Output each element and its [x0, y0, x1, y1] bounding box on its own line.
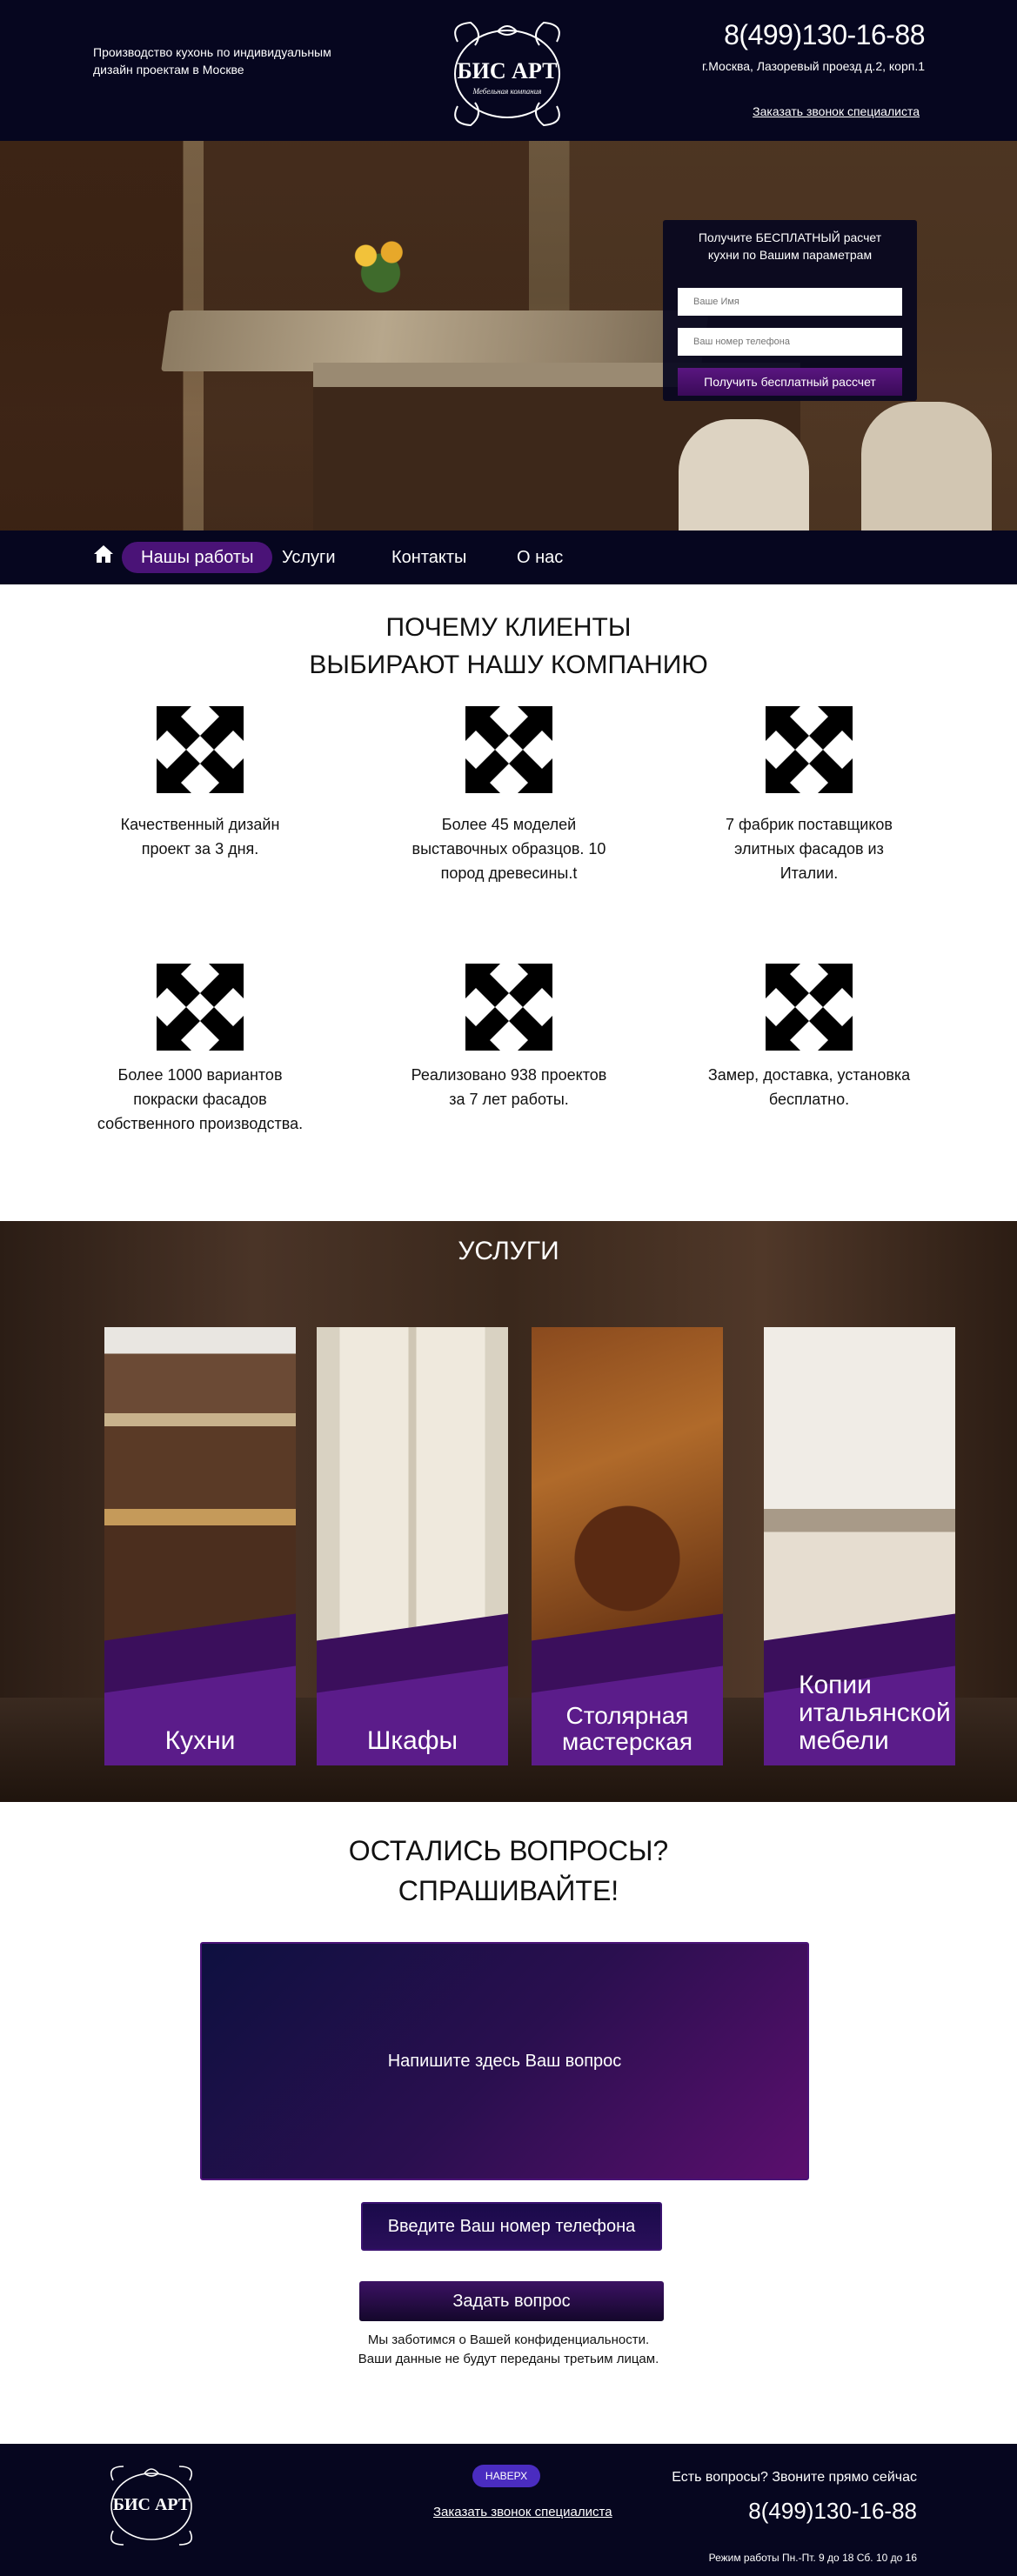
- feature-text: 7 фабрик поставщиков элитных фасадов из …: [726, 816, 893, 882]
- logo-text: БИС АРТ: [457, 58, 557, 83]
- feature-text: Реализовано 938 проектов за 7 лет работы…: [411, 1066, 607, 1108]
- logo-subtext: Мебельная компания: [472, 87, 542, 96]
- main-nav: Нашы работы Услуги Контакты О нас: [0, 531, 1017, 584]
- nav-item-contacts[interactable]: Контакты: [391, 542, 466, 573]
- question-textarea[interactable]: Напишите здесь Ваш вопрос: [200, 1942, 809, 2180]
- hero-chair: [861, 402, 992, 531]
- free-calc-form-title: Получите БЕСПЛАТНЫЙ расчет кухни по Ваши…: [698, 230, 882, 262]
- hero-flowers: [344, 228, 418, 297]
- feature-item: Замер, доставка, установка бесплатно.: [679, 964, 940, 1111]
- feature-text: Качественный дизайн проект за 3 дня.: [120, 816, 280, 858]
- service-card-label: Столярная мастерская: [561, 1702, 693, 1755]
- expand-arrows-icon: [465, 706, 552, 793]
- expand-arrows-icon: [766, 706, 853, 793]
- service-card-carpentry[interactable]: Столярная мастерская: [532, 1327, 723, 1765]
- home-icon[interactable]: [93, 544, 114, 564]
- footer-logo[interactable]: БИС АРТ: [101, 2461, 202, 2548]
- free-calc-form: Получите БЕСПЛАТНЫЙ расчет кухни по Ваши…: [663, 220, 917, 401]
- why-title: ПОЧЕМУ КЛИЕНТЫ ВЫБИРАЮТ НАШУ КОМПАНИЮ: [309, 613, 708, 679]
- service-card-label: Копии итальянской мебели: [799, 1671, 951, 1755]
- service-photo-kitchens: [104, 1327, 296, 1658]
- footer-question-text: Есть вопросы? Звоните прямо сейчас: [672, 2470, 917, 2485]
- phone-input[interactable]: [678, 328, 902, 356]
- header-callback-link[interactable]: Заказать звонок специалиста: [753, 104, 920, 118]
- service-photo-wardrobes: [317, 1327, 508, 1658]
- footer-hours: Режим работы Пн.-Пт. 9 до 18 Сб. 10 до 1…: [708, 2552, 917, 2564]
- hero-chair: [679, 419, 809, 531]
- feature-item: Реализовано 938 проектов за 7 лет работы…: [378, 964, 639, 1111]
- service-card-italian-furniture[interactable]: Копии итальянской мебели: [764, 1327, 955, 1765]
- expand-arrows-icon: [157, 706, 244, 793]
- expand-arrows-icon: [766, 964, 853, 1051]
- logo[interactable]: БИС АРТ Мебельная компания: [440, 16, 574, 132]
- service-card-label: Шкафы: [366, 1726, 458, 1755]
- feature-item: Более 45 моделей выставочных образцов. 1…: [378, 706, 639, 885]
- feature-text: Более 1000 вариантов покраски фасадов со…: [97, 1066, 304, 1132]
- services-title: УСЛУГИ: [458, 1237, 559, 1265]
- expand-arrows-icon: [465, 964, 552, 1051]
- free-calc-submit-button[interactable]: Получить бесплатный рассчет: [678, 368, 902, 396]
- service-photo-italian-furniture: [764, 1327, 955, 1658]
- service-card-label: Кухни: [164, 1726, 236, 1755]
- privacy-note: Мы заботимся о Вашей конфиденциальности.…: [358, 2332, 659, 2366]
- footer-logo-text: БИС АРТ: [113, 2495, 191, 2514]
- feature-text: Более 45 моделей выставочных образцов. 1…: [411, 816, 606, 882]
- service-photo-carpentry: [532, 1327, 723, 1658]
- footer-callback-link[interactable]: Заказать звонок специалиста: [433, 2505, 612, 2519]
- expand-arrows-icon: [157, 964, 244, 1051]
- site-footer: БИС АРТ НАВЕРХ Заказать звонок специалис…: [0, 2444, 1017, 2576]
- nav-item-about[interactable]: О нас: [517, 542, 563, 573]
- footer-phone[interactable]: 8(499)130-16-88: [748, 2498, 917, 2525]
- header-phone[interactable]: 8(499)130-16-88: [724, 19, 925, 51]
- feature-item: Более 1000 вариантов покраски фасадов со…: [70, 964, 331, 1136]
- header-tagline: Производство кухонь по индивидуальным ди…: [93, 45, 331, 77]
- feature-text: Замер, доставка, установка бесплатно.: [707, 1066, 911, 1108]
- service-card-kitchens[interactable]: Кухни: [104, 1327, 296, 1765]
- nav-item-works[interactable]: Нашы работы: [122, 542, 273, 573]
- services-section: УСЛУГИ Кухни Шкафы Столярная мастерская …: [0, 1221, 1017, 1802]
- name-input[interactable]: [678, 288, 902, 316]
- feature-item: Качественный дизайн проект за 3 дня.: [70, 706, 331, 861]
- ask-question-button[interactable]: Задать вопрос: [359, 2281, 664, 2321]
- nav-item-services[interactable]: Услуги: [282, 542, 336, 573]
- header-address: г.Москва, Лазоревый проезд д.2, корп.1: [701, 59, 925, 73]
- feature-item: 7 фабрик поставщиков элитных фасадов из …: [679, 706, 940, 885]
- site-header: Производство кухонь по индивидуальным ди…: [0, 0, 1017, 141]
- service-card-wardrobes[interactable]: Шкафы: [317, 1327, 508, 1765]
- scroll-top-button[interactable]: НАВЕРХ: [472, 2465, 540, 2487]
- question-phone-input[interactable]: Введите Ваш номер телефона: [361, 2202, 662, 2251]
- questions-title: ОСТАЛИСЬ ВОПРОСЫ? СПРАШИВАЙТЕ!: [348, 1835, 669, 1906]
